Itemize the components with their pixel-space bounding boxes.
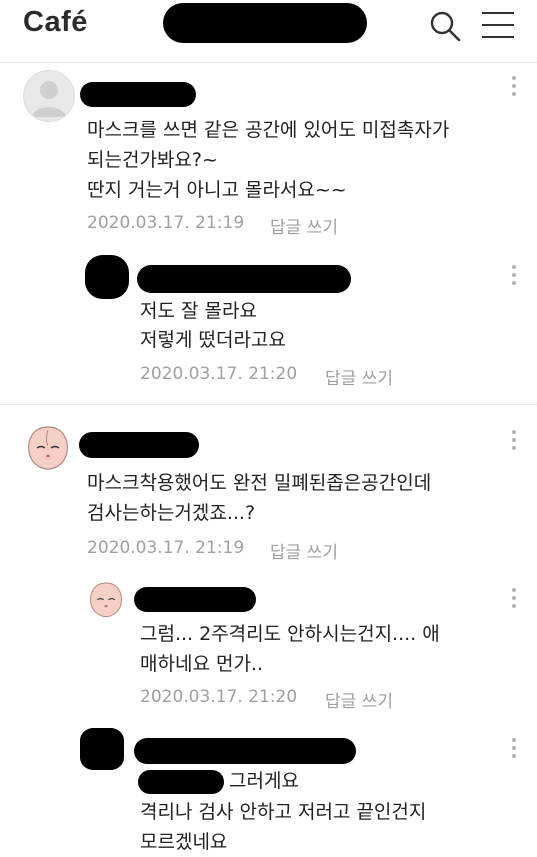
- comment-text-line: 격리나 검사 안하고 저러고 끝인건지: [140, 801, 427, 823]
- redacted-author-name: [134, 738, 356, 764]
- comment-timestamp: 2020.03.17. 21:19: [87, 213, 245, 233]
- redacted-author-name: [79, 432, 199, 458]
- redacted-author-name: [80, 82, 196, 107]
- reply-button[interactable]: 답글 쓰기: [270, 538, 338, 563]
- app-header: Café: [0, 0, 537, 63]
- more-options-icon[interactable]: [512, 430, 518, 454]
- redacted-avatar: [85, 255, 129, 299]
- search-icon[interactable]: [428, 9, 462, 43]
- comment-text-line: 모르겠네요: [140, 831, 228, 853]
- apeach-avatar-icon: [28, 426, 68, 470]
- divider: [0, 404, 537, 405]
- comment-text-line: 마스크착용했어도 완전 밀폐된좁은공간인데: [87, 472, 432, 494]
- hamburger-menu-icon[interactable]: [482, 12, 514, 38]
- reply-button[interactable]: 답글 쓰기: [325, 687, 393, 712]
- redacted-avatar: [80, 728, 124, 770]
- redacted-mention: [138, 770, 224, 794]
- comment-text-line: 검사는하는거겠죠...?: [87, 502, 256, 524]
- comment-timestamp: 2020.03.17. 21:20: [140, 364, 298, 384]
- cafe-logo[interactable]: Café: [23, 6, 88, 39]
- comment-text-line: 마스크를 쓰면 같은 공간에 있어도 미접촉자가: [87, 119, 450, 141]
- reply-button[interactable]: 답글 쓰기: [270, 213, 338, 238]
- comment-text-line: 매하네요 먼가..: [140, 653, 263, 675]
- default-user-icon: [32, 81, 66, 117]
- redacted-author-name: [137, 265, 351, 293]
- redacted-author-name: [134, 587, 256, 612]
- comment-text-line: 딴지 거는거 아니고 몰라서요~~: [87, 179, 347, 201]
- avatar[interactable]: [86, 579, 126, 619]
- comment-text-line: 저도 잘 몰라요: [140, 300, 257, 322]
- comment-text-line: 그럼... 2주격리도 안하시는건지.... 애: [140, 623, 440, 645]
- more-options-icon[interactable]: [512, 738, 518, 762]
- redacted-cafe-title: [163, 3, 367, 43]
- apeach-avatar-icon: [90, 582, 122, 618]
- comment-text-line: 저렇게 떴더라고요: [140, 329, 286, 351]
- avatar[interactable]: [23, 422, 73, 472]
- more-options-icon[interactable]: [512, 76, 518, 100]
- comment-timestamp: 2020.03.17. 21:19: [87, 538, 245, 558]
- avatar[interactable]: [23, 70, 75, 122]
- more-options-icon[interactable]: [512, 265, 518, 289]
- comment-text-line: 되는건가봐요?~: [87, 149, 218, 171]
- comment-timestamp: 2020.03.17. 21:20: [140, 687, 298, 707]
- more-options-icon[interactable]: [512, 588, 518, 612]
- comment-text-line: 그러게요: [229, 770, 299, 792]
- reply-button[interactable]: 답글 쓰기: [325, 364, 393, 389]
